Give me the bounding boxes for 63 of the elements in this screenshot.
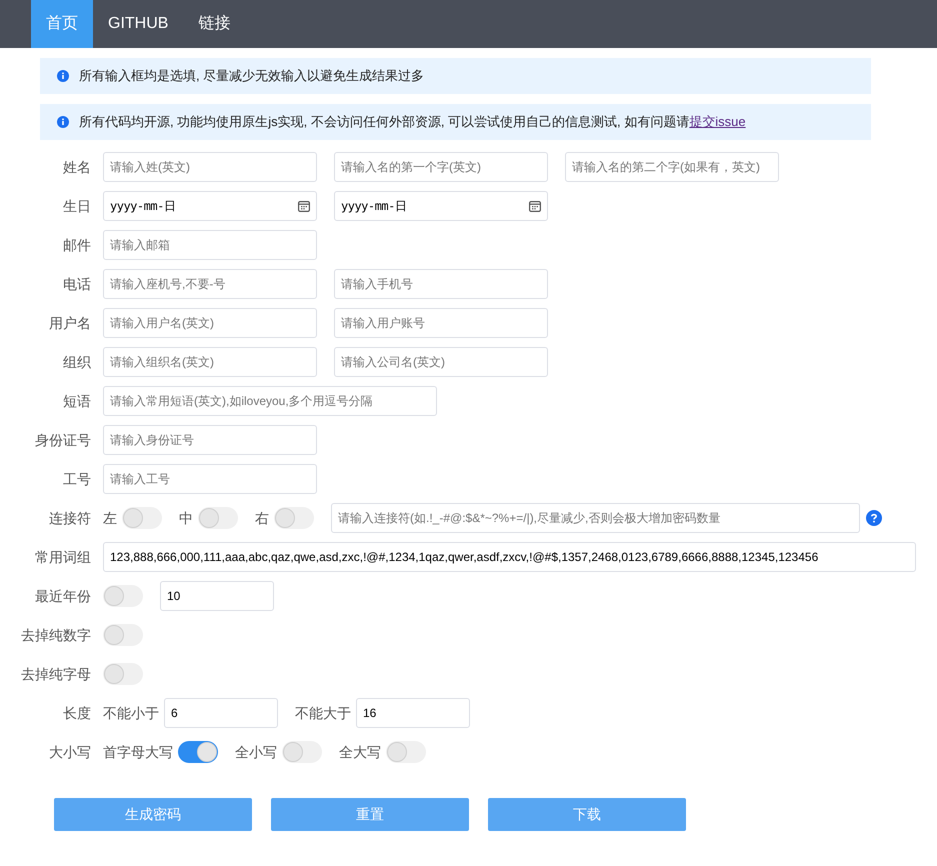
issue-link[interactable]: 提交issue xyxy=(689,114,746,130)
field-label: 去掉纯字母 xyxy=(20,664,91,684)
input-field[interactable]: 请输入座机号,不要-号 xyxy=(103,269,317,299)
info-icon xyxy=(57,116,69,128)
input-field[interactable]: 请输入姓(英文) xyxy=(103,152,317,182)
input-field[interactable]: 16 xyxy=(356,698,470,728)
field-caption: 全大写 xyxy=(339,742,381,762)
field-label: 电话 xyxy=(62,274,91,294)
field-label: 组织 xyxy=(62,352,91,372)
input-field[interactable]: 请输入常用短语(英文),如iloveyou,多个用逗号分隔 xyxy=(103,386,437,416)
field-caption: 中 xyxy=(179,508,193,528)
input-field[interactable]: 6 xyxy=(164,698,278,728)
field-label: 身份证号 xyxy=(34,430,91,450)
toggle-switch[interactable] xyxy=(198,507,238,529)
input-field[interactable]: 请输入组织名(英文) xyxy=(103,347,317,377)
calendar-icon[interactable] xyxy=(298,200,310,212)
field-label: 常用词组 xyxy=(34,548,91,566)
input-field[interactable]: 请输入手机号 xyxy=(334,269,548,299)
date-field[interactable]: yyyy-mm-日 xyxy=(334,191,548,221)
calendar-icon[interactable] xyxy=(529,200,541,212)
toggle-switch[interactable] xyxy=(103,624,143,646)
input-field[interactable]: 请输入身份证号 xyxy=(103,425,317,455)
input-field[interactable]: 请输入名的第二个字(如果有，英文) xyxy=(565,152,779,182)
help-icon[interactable] xyxy=(866,510,882,526)
info-icon xyxy=(57,70,69,82)
field-label: 去掉纯数字 xyxy=(20,626,91,644)
notice-text: 所有输入框均是选填, 尽量减少无效输入以避免生成结果过多 xyxy=(79,67,424,86)
field-caption: 不能大于 xyxy=(295,704,351,722)
input-field[interactable]: 请输入名的第一个字(英文) xyxy=(334,152,548,182)
field-label: 连接符 xyxy=(48,508,91,528)
field-label: 用户名 xyxy=(48,314,91,332)
input-field[interactable]: 请输入用户账号 xyxy=(334,308,548,338)
input-field[interactable]: 请输入工号 xyxy=(103,464,317,494)
toggle-switch[interactable] xyxy=(178,741,218,763)
nav-tab[interactable]: 链接 xyxy=(183,0,246,48)
toggle-switch[interactable] xyxy=(282,741,322,763)
field-label: 邮件 xyxy=(62,236,91,254)
input-field[interactable]: 10 xyxy=(160,581,274,611)
field-caption: 右 xyxy=(255,508,269,528)
field-label: 生日 xyxy=(62,196,91,216)
notice-text: 所有代码均开源, 功能均使用原生js实现, 不会访问任何外部资源, 可以尝试使用自己的信息测试, 如有问题请提交issue xyxy=(79,113,746,132)
field-label: 工号 xyxy=(62,470,91,488)
input-field[interactable]: 请输入用户名(英文) xyxy=(103,308,317,338)
field-caption: 左 xyxy=(103,508,117,528)
field-label: 最近年份 xyxy=(34,586,91,606)
input-field[interactable]: 123,888,666,000,111,aaa,abc,qaz,qwe,asd,zxc,!@#,1234,1qaz,qwer,asdf,zxcv,!@#$,1357,2468,0123,6789,6666,8888,12345,123456 xyxy=(103,542,916,572)
input-field[interactable]: 请输入公司名(英文) xyxy=(334,347,548,377)
input-field[interactable]: 请输入连接符(如.!_-#@:$&*~?%+=/|),尽量减少,否则会极大增加密码数量 xyxy=(331,503,860,533)
field-caption: 首字母大写 xyxy=(103,742,173,762)
toggle-switch[interactable] xyxy=(103,663,143,685)
field-caption: 全小写 xyxy=(235,742,277,762)
field-label: 姓名 xyxy=(62,158,91,176)
toggle-switch[interactable] xyxy=(386,741,426,763)
date-field[interactable]: yyyy-mm-日 xyxy=(103,191,317,221)
field-label: 大小写 xyxy=(48,742,91,762)
input-field[interactable]: 请输入邮箱 xyxy=(103,230,317,260)
toggle-switch[interactable] xyxy=(103,585,143,607)
nav-tab[interactable]: GITHUB xyxy=(93,0,184,48)
field-caption: 不能小于 xyxy=(103,704,159,722)
field-label: 长度 xyxy=(62,704,91,722)
toggle-switch[interactable] xyxy=(122,507,162,529)
field-label: 短语 xyxy=(62,392,91,410)
toggle-switch[interactable] xyxy=(274,507,314,529)
